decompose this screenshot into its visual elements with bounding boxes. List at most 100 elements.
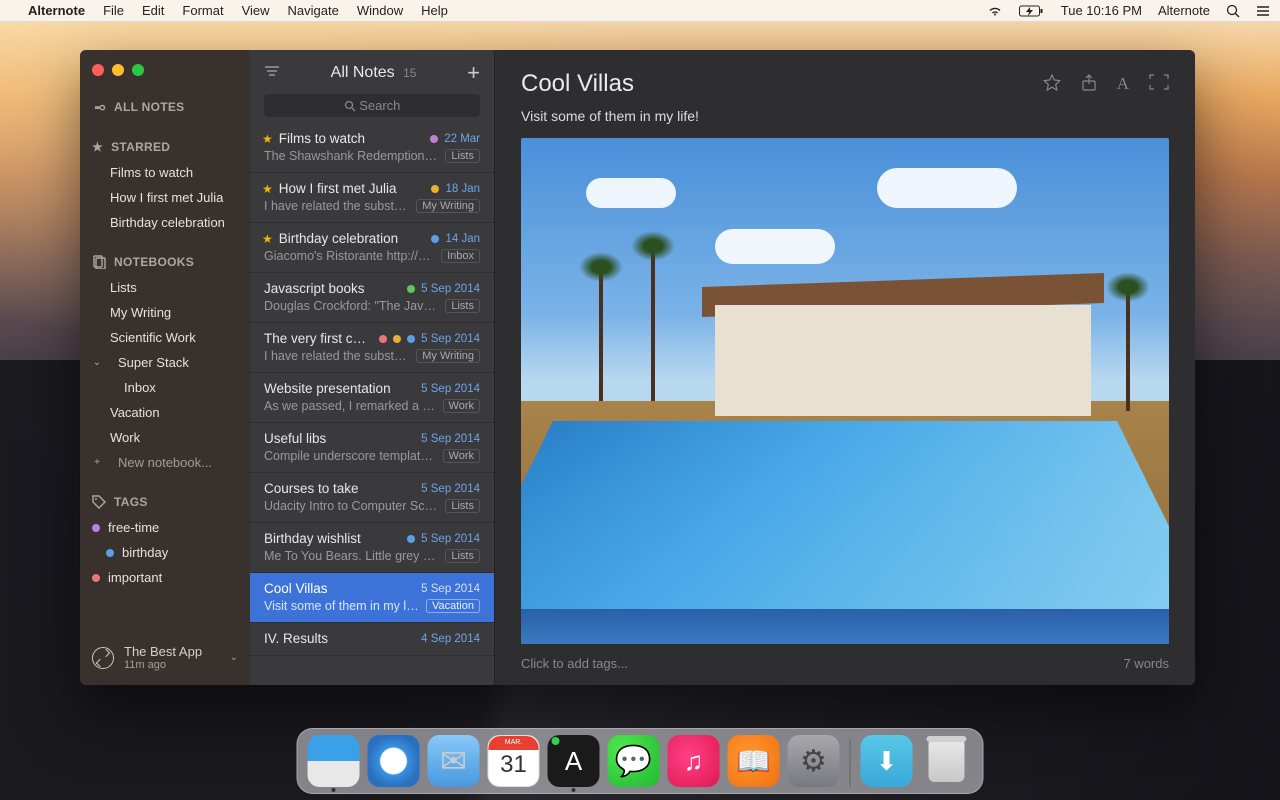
sidebar-item-starred-2[interactable]: Birthday celebration bbox=[80, 210, 250, 235]
note-list-item[interactable]: ★How I first met Julia18 JanI have relat… bbox=[250, 173, 494, 223]
sidebar-item-starred-1[interactable]: How I first met Julia bbox=[80, 185, 250, 210]
status-dot bbox=[552, 737, 560, 745]
search-input[interactable]: Search bbox=[264, 94, 480, 117]
share-button[interactable] bbox=[1081, 74, 1097, 95]
note-list-item[interactable]: Javascript books5 Sep 2014Douglas Crockf… bbox=[250, 273, 494, 323]
sidebar-item-starred-0[interactable]: Films to watch bbox=[80, 160, 250, 185]
sidebar-item-tag-freetime[interactable]: free-time bbox=[80, 515, 250, 540]
note-body[interactable]: Visit some of them in my life! bbox=[521, 108, 1169, 124]
note-item-title: Website presentation bbox=[264, 381, 415, 396]
window-traffic-lights bbox=[92, 64, 144, 76]
menubar-item-navigate[interactable]: Navigate bbox=[288, 3, 339, 18]
note-item-date: 5 Sep 2014 bbox=[421, 383, 480, 395]
note-item-notebook: My Writing bbox=[416, 199, 480, 213]
note-item-title: Cool Villas bbox=[264, 581, 415, 596]
menubar-item-edit[interactable]: Edit bbox=[142, 3, 164, 18]
tag-color-dot bbox=[106, 549, 114, 557]
dock-itunes[interactable]: ♫ bbox=[668, 735, 720, 787]
menubar-right-app[interactable]: Alternote bbox=[1158, 3, 1210, 18]
cal-day: 31 bbox=[500, 751, 527, 779]
note-color-dot bbox=[407, 535, 415, 543]
notification-center-icon[interactable] bbox=[1256, 5, 1270, 17]
sidebar-item-label: important bbox=[108, 570, 162, 585]
note-list-item[interactable]: Birthday wishlist5 Sep 2014Me To You Bea… bbox=[250, 523, 494, 573]
wifi-icon[interactable] bbox=[987, 5, 1003, 17]
note-item-date: 5 Sep 2014 bbox=[421, 433, 480, 445]
sidebar-item-nb-vacation[interactable]: Vacation bbox=[80, 400, 250, 425]
sidebar-item-label: Lists bbox=[110, 280, 137, 295]
font-button[interactable]: A bbox=[1117, 74, 1129, 95]
sidebar-item-nb-lists[interactable]: Lists bbox=[80, 275, 250, 300]
spotlight-icon[interactable] bbox=[1226, 4, 1240, 18]
sidebar-item-nb-scientific[interactable]: Scientific Work bbox=[80, 325, 250, 350]
note-list-title-text: All Notes bbox=[331, 64, 395, 81]
note-item-date: 22 Mar bbox=[444, 133, 480, 145]
window-minimize-button[interactable] bbox=[112, 64, 124, 76]
note-item-snippet: Me To You Bears. Little grey ba… bbox=[264, 549, 439, 563]
sidebar-item-nb-superstack[interactable]: ⌄Super Stack bbox=[80, 350, 250, 375]
sidebar-item-label: birthday bbox=[122, 545, 168, 560]
sort-icon[interactable] bbox=[264, 64, 280, 83]
sidebar-all-notes[interactable]: ALL NOTES bbox=[80, 94, 250, 120]
sidebar-item-tag-birthday[interactable]: birthday bbox=[80, 540, 250, 565]
dock-safari[interactable] bbox=[368, 735, 420, 787]
note-item-date: 5 Sep 2014 bbox=[421, 283, 480, 295]
note-item-date: 18 Jan bbox=[445, 183, 480, 195]
sidebar-new-notebook[interactable]: +New notebook... bbox=[80, 450, 250, 475]
sidebar-item-nb-mywriting[interactable]: My Writing bbox=[80, 300, 250, 325]
note-list-item[interactable]: ★Films to watch22 MarThe Shawshank Redem… bbox=[250, 123, 494, 173]
note-list-item[interactable]: IV. Results4 Sep 2014 bbox=[250, 623, 494, 656]
dock-alternote[interactable]: A bbox=[548, 735, 600, 787]
fullscreen-button[interactable] bbox=[1149, 74, 1169, 95]
editor-pane: Cool Villas A Visit some of them in my l… bbox=[495, 50, 1195, 685]
note-title[interactable]: Cool Villas bbox=[521, 70, 1043, 98]
app-window: ALL NOTES ★ STARRED Films to watch How I… bbox=[80, 50, 1195, 685]
notes-scroll[interactable]: ★Films to watch22 MarThe Shawshank Redem… bbox=[250, 123, 494, 685]
sidebar-item-nb-work[interactable]: Work bbox=[80, 425, 250, 450]
tags-input[interactable]: Click to add tags... bbox=[521, 656, 628, 671]
star-icon: ★ bbox=[262, 182, 273, 196]
sidebar-item-tag-important[interactable]: important bbox=[80, 565, 250, 590]
menubar-app[interactable]: Alternote bbox=[28, 3, 85, 18]
note-color-dot bbox=[431, 185, 439, 193]
note-list-item[interactable]: Courses to take5 Sep 2014Udacity Intro t… bbox=[250, 473, 494, 523]
note-image[interactable] bbox=[521, 138, 1169, 644]
cal-month: MAR. bbox=[489, 736, 539, 750]
note-item-title: Javascript books bbox=[264, 281, 401, 296]
menubar-item-format[interactable]: Format bbox=[182, 3, 223, 18]
note-list-item[interactable]: Useful libs5 Sep 2014Compile underscore … bbox=[250, 423, 494, 473]
menubar-item-file[interactable]: File bbox=[103, 3, 124, 18]
menubar-item-window[interactable]: Window bbox=[357, 3, 403, 18]
dock-settings[interactable]: ⚙ bbox=[788, 735, 840, 787]
star-button[interactable] bbox=[1043, 74, 1061, 95]
note-list-item[interactable]: Cool Villas5 Sep 2014Visit some of them … bbox=[250, 573, 494, 623]
sidebar-item-label: How I first met Julia bbox=[110, 190, 223, 205]
dock-messages[interactable]: 💬 bbox=[608, 735, 660, 787]
note-list-item[interactable]: Website presentation5 Sep 2014As we pass… bbox=[250, 373, 494, 423]
dock-finder[interactable] bbox=[308, 735, 360, 787]
sync-title: The Best App bbox=[124, 644, 202, 659]
sidebar-item-label: Super Stack bbox=[118, 355, 189, 370]
dock-separator bbox=[850, 739, 851, 787]
sidebar-item-nb-inbox[interactable]: Inbox bbox=[80, 375, 250, 400]
dock-mail[interactable]: ✉︎ bbox=[428, 735, 480, 787]
menubar-item-view[interactable]: View bbox=[242, 3, 270, 18]
dock-ibooks[interactable]: 📖 bbox=[728, 735, 780, 787]
dock-trash[interactable] bbox=[921, 735, 973, 787]
dock-downloads[interactable]: ⬇ bbox=[861, 735, 913, 787]
sidebar-item-label: Inbox bbox=[124, 380, 156, 395]
dock-calendar[interactable]: MAR.31 bbox=[488, 735, 540, 787]
note-list-item[interactable]: ★Birthday celebration14 JanGiacomo's Ris… bbox=[250, 223, 494, 273]
sidebar-sync-row[interactable]: The Best App 11m ago ⌄ bbox=[80, 634, 250, 685]
menubar-clock[interactable]: Tue 10:16 PM bbox=[1061, 3, 1142, 18]
note-list-item[interactable]: The very first cha…5 Sep 2014I have rela… bbox=[250, 323, 494, 373]
window-fullscreen-button[interactable] bbox=[132, 64, 144, 76]
word-count: 7 words bbox=[1123, 656, 1169, 671]
window-close-button[interactable] bbox=[92, 64, 104, 76]
sidebar-notebooks-head: NOTEBOOKS bbox=[80, 249, 250, 275]
note-item-title: How I first met Julia bbox=[279, 181, 426, 196]
add-note-button[interactable]: + bbox=[467, 60, 480, 86]
battery-icon[interactable] bbox=[1019, 5, 1045, 17]
menubar-item-help[interactable]: Help bbox=[421, 3, 448, 18]
note-item-date: 5 Sep 2014 bbox=[421, 533, 480, 545]
